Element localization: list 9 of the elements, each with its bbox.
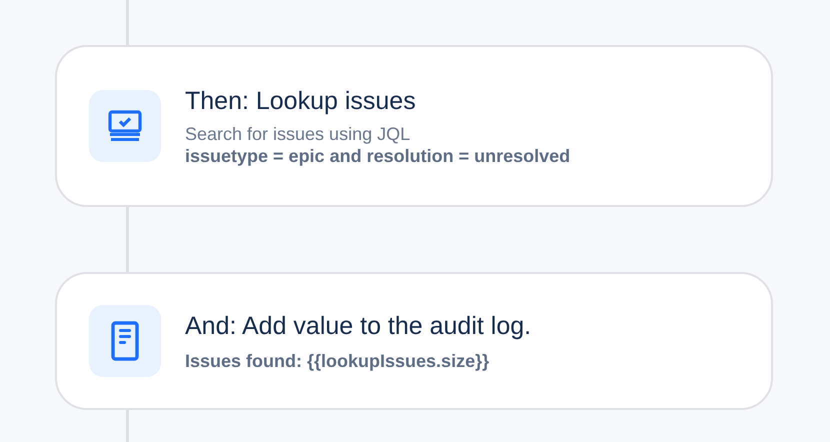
monitor-check-icon <box>107 108 143 144</box>
step-card[interactable]: And: Add value to the audit log. Issues found: {{lookupIssues.size}} <box>55 272 773 410</box>
step-title: And: Add value to the audit log. <box>185 311 532 342</box>
document-icon <box>110 320 140 362</box>
step-card[interactable]: Then: Lookup issues Search for issues using JQL issuetype = epic and resolution = unresolved <box>55 45 773 207</box>
step-title: Then: Lookup issues <box>185 86 417 117</box>
step-description: Search for issues using JQL <box>185 123 412 145</box>
step-detail: issuetype = epic and resolution = unresolved <box>185 145 570 167</box>
step-detail: Issues found: {{lookupIssues.size}} <box>185 350 490 372</box>
